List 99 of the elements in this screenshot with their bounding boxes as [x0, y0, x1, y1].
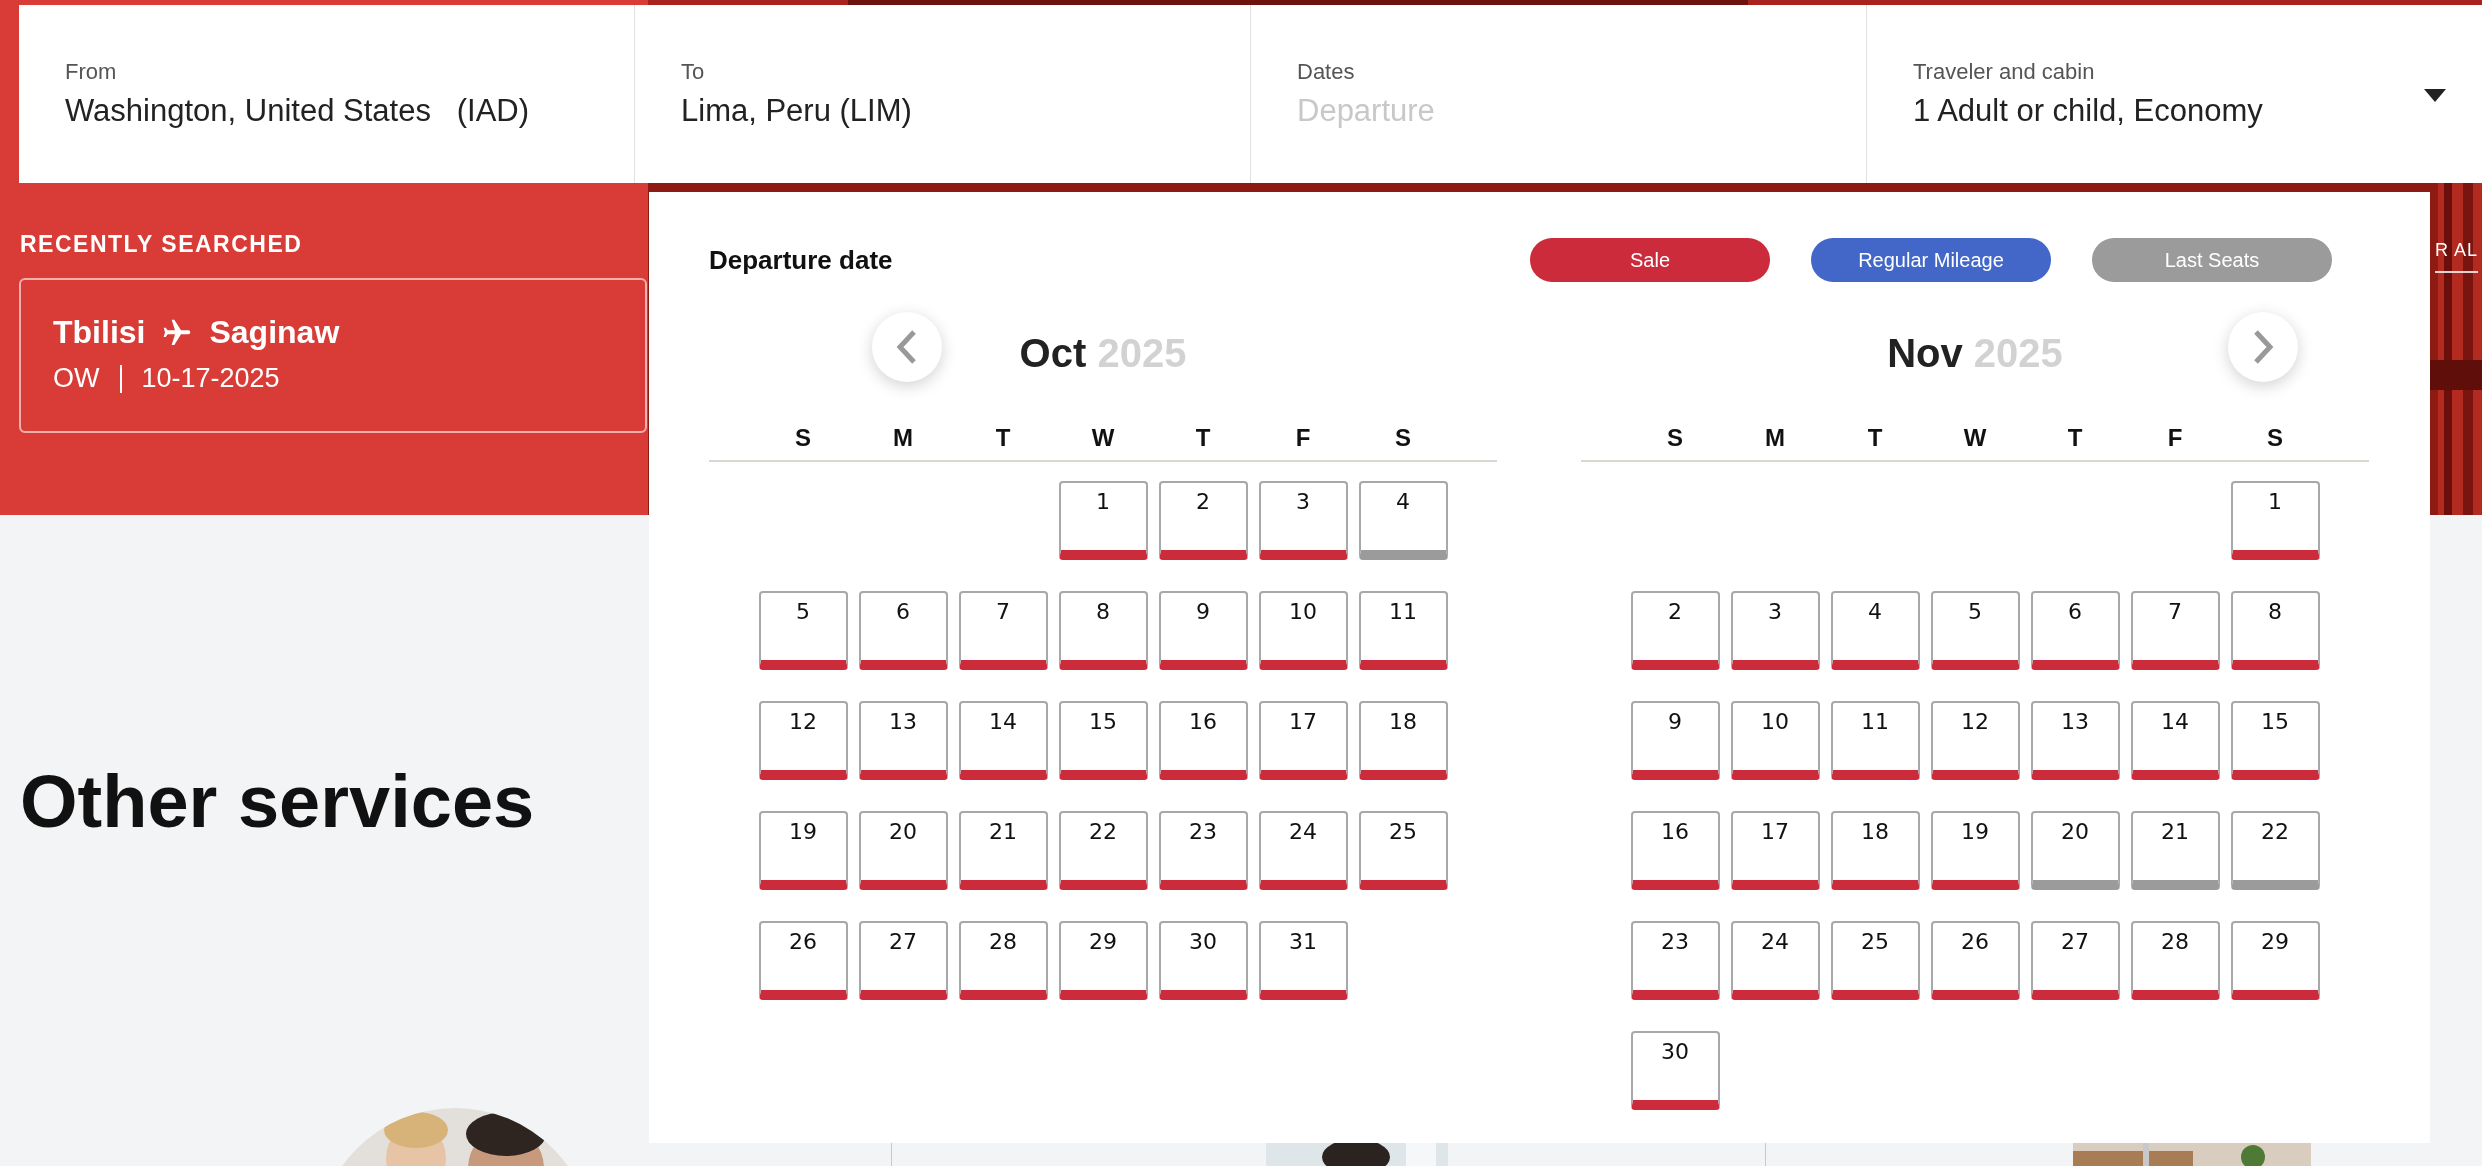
hero-link[interactable]: R AL: [2435, 240, 2479, 273]
weekday-label: W: [1090, 424, 1116, 452]
field-label: From: [65, 59, 118, 85]
caret-icon[interactable]: [2424, 89, 2446, 102]
day-cell[interactable]: 23: [1630, 921, 1720, 1000]
legend-pill: Regular Mileage: [1811, 238, 2051, 282]
day-cell[interactable]: 13: [858, 701, 948, 780]
field-label: To: [681, 59, 706, 85]
weekday-label: F: [1294, 424, 1312, 452]
field-value[interactable]: 1 Adult or child, Economy: [1913, 93, 2436, 129]
section-heading: Other services: [20, 765, 535, 839]
weekday-label: F: [2166, 424, 2184, 452]
day-cell[interactable]: 1: [2230, 481, 2320, 560]
day-cell[interactable]: 9: [1158, 591, 1248, 670]
day-cell[interactable]: 30: [1158, 921, 1248, 1000]
day-cell[interactable]: 20: [858, 811, 948, 890]
day-cell[interactable]: 11: [1358, 591, 1448, 670]
day-cell[interactable]: 21: [2130, 811, 2220, 890]
previous-month-button[interactable]: [872, 312, 942, 382]
day-cell[interactable]: 15: [1058, 701, 1148, 780]
day-cell[interactable]: 28: [958, 921, 1048, 1000]
day-cell[interactable]: 28: [2130, 921, 2220, 1000]
day-cell[interactable]: 8: [1058, 591, 1148, 670]
weekday-label: S: [1394, 424, 1412, 452]
day-cell[interactable]: 14: [958, 701, 1048, 780]
day-cell[interactable]: 7: [958, 591, 1048, 670]
weekday-label: T: [1194, 424, 1212, 452]
weekday-label: T: [994, 424, 1012, 452]
day-cell[interactable]: 23: [1158, 811, 1248, 890]
section-heading: RECENTLY SEARCHED: [20, 231, 304, 258]
chevron-right-icon: [2252, 329, 2274, 365]
weekday-label: S: [2266, 424, 2284, 452]
weekday-label: T: [1866, 424, 1884, 452]
day-cell[interactable]: 2: [1158, 481, 1248, 560]
legend-pill: Last Seats: [2092, 238, 2332, 282]
day-cell[interactable]: 16: [1158, 701, 1248, 780]
chevron-left-icon: [896, 329, 918, 365]
day-cell[interactable]: 25: [1358, 811, 1448, 890]
calendar-title: Departure date: [709, 244, 894, 276]
day-cell[interactable]: 19: [1930, 811, 2020, 890]
day-cell[interactable]: 5: [1930, 591, 2020, 670]
day-cell[interactable]: 25: [1830, 921, 1920, 1000]
day-cell[interactable]: 9: [1630, 701, 1720, 780]
day-cell[interactable]: 4: [1358, 481, 1448, 560]
day-cell[interactable]: 12: [1930, 701, 2020, 780]
weekday-label: S: [794, 424, 812, 452]
day-cell[interactable]: 24: [1258, 811, 1348, 890]
day-cell[interactable]: 17: [1258, 701, 1348, 780]
day-cell[interactable]: 21: [958, 811, 1048, 890]
weekday-label: S: [1666, 424, 1684, 452]
day-cell[interactable]: 24: [1730, 921, 1820, 1000]
weekday-label: M: [892, 424, 914, 452]
day-cell[interactable]: 19: [758, 811, 848, 890]
day-cell[interactable]: 22: [1058, 811, 1148, 890]
day-cell[interactable]: 2: [1630, 591, 1720, 670]
day-cell[interactable]: 13: [2030, 701, 2120, 780]
day-cell[interactable]: 30: [1630, 1031, 1720, 1110]
day-cell[interactable]: 12: [758, 701, 848, 780]
trip-date: 10-17-2025: [141, 363, 280, 394]
day-cell[interactable]: 29: [1058, 921, 1148, 1000]
day-cell[interactable]: 27: [858, 921, 948, 1000]
day-cell[interactable]: 6: [858, 591, 948, 670]
next-month-button[interactable]: [2228, 312, 2298, 382]
field-value[interactable]: Lima, Peru (LIM): [681, 93, 1204, 129]
origin-city: Tbilisi: [53, 314, 146, 351]
day-cell[interactable]: 16: [1630, 811, 1720, 890]
weekday-label: T: [2066, 424, 2084, 452]
field-label: Dates: [1297, 59, 1356, 85]
trip-type: OW: [53, 363, 100, 394]
recent-search-card[interactable]: Tbilisi Saginaw OW 10-17-2025: [19, 278, 647, 433]
day-cell[interactable]: 17: [1730, 811, 1820, 890]
field-value[interactable]: Washington, United States (IAD): [65, 93, 588, 129]
day-cell[interactable]: 31: [1258, 921, 1348, 1000]
day-cell[interactable]: 20: [2030, 811, 2120, 890]
day-cell[interactable]: 11: [1830, 701, 1920, 780]
day-cell[interactable]: 15: [2230, 701, 2320, 780]
legend-pill: Sale: [1530, 238, 1770, 282]
day-cell[interactable]: 10: [1258, 591, 1348, 670]
day-cell[interactable]: 6: [2030, 591, 2120, 670]
day-cell[interactable]: 5: [758, 591, 848, 670]
weekday-label: W: [1962, 424, 1988, 452]
day-cell[interactable]: 3: [1258, 481, 1348, 560]
day-cell[interactable]: 22: [2230, 811, 2320, 890]
day-cell[interactable]: 1: [1058, 481, 1148, 560]
weekday-label: M: [1764, 424, 1786, 452]
day-cell[interactable]: 4: [1830, 591, 1920, 670]
destination-city: Saginaw: [209, 314, 340, 351]
day-cell[interactable]: 8: [2230, 591, 2320, 670]
day-cell[interactable]: 29: [2230, 921, 2320, 1000]
field-label: Traveler and cabin: [1913, 59, 2096, 85]
day-cell[interactable]: 18: [1358, 701, 1448, 780]
day-cell[interactable]: 27: [2030, 921, 2120, 1000]
day-cell[interactable]: 7: [2130, 591, 2220, 670]
day-cell[interactable]: 18: [1830, 811, 1920, 890]
day-cell[interactable]: 26: [758, 921, 848, 1000]
day-cell[interactable]: 10: [1730, 701, 1820, 780]
day-cell[interactable]: 26: [1930, 921, 2020, 1000]
day-cell[interactable]: 14: [2130, 701, 2220, 780]
day-cell[interactable]: 3: [1730, 591, 1820, 670]
